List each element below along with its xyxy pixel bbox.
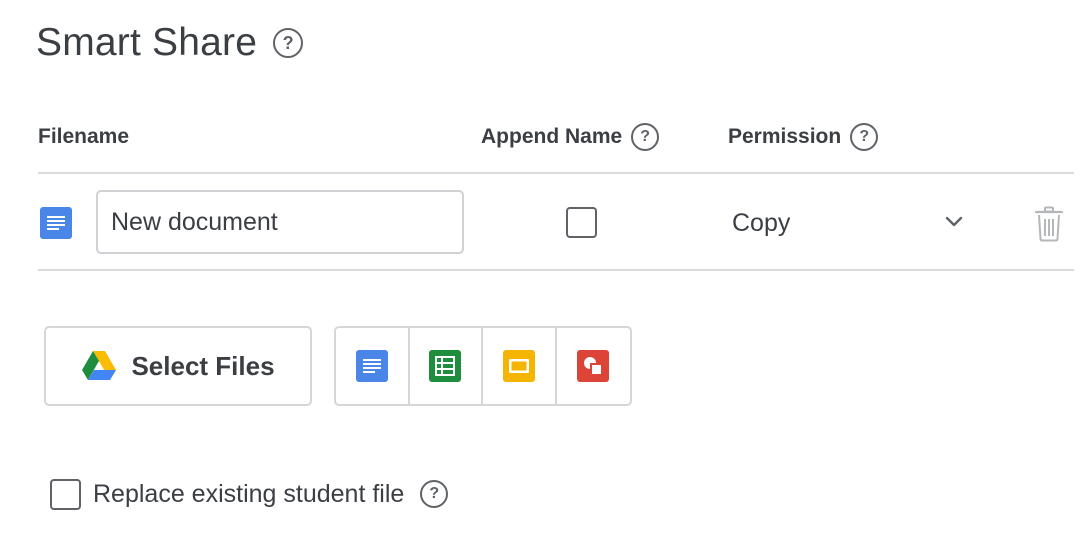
new-google-sheet-button[interactable] [410, 328, 483, 404]
title-help-icon[interactable]: ? [273, 28, 304, 58]
replace-existing-checkbox[interactable] [50, 478, 81, 510]
column-label-append-name: Append Name [481, 125, 623, 148]
column-header-append-name: Append Name ? [481, 120, 660, 154]
append-name-help-icon[interactable]: ? [631, 123, 660, 151]
table-divider-bottom [38, 269, 1074, 271]
chevron-down-icon[interactable] [944, 212, 964, 232]
select-files-label: Select Files [131, 350, 275, 381]
column-header-filename: Filename [38, 120, 129, 154]
column-label-filename: Filename [38, 125, 130, 148]
replace-existing-label[interactable]: Replace existing student file [93, 480, 404, 509]
append-name-checkbox[interactable] [566, 207, 597, 238]
permission-help-icon[interactable]: ? [850, 123, 879, 151]
google-docs-icon [355, 350, 388, 382]
new-google-drawing-button[interactable] [557, 328, 630, 404]
google-drawings-icon [577, 350, 610, 382]
page-title: Smart Share [36, 21, 258, 64]
select-files-button[interactable]: Select Files [44, 326, 312, 406]
google-slides-icon [502, 350, 535, 382]
header: Smart Share ? [36, 18, 304, 68]
permission-value: Copy [732, 208, 791, 237]
new-google-slides-button[interactable] [483, 328, 557, 404]
filename-input[interactable] [96, 190, 464, 254]
replace-existing-option: Replace existing student file ? [50, 474, 449, 514]
trash-icon[interactable] [1034, 206, 1064, 242]
google-docs-icon [40, 207, 72, 239]
permission-select[interactable]: Copy [728, 196, 974, 250]
google-drive-icon [82, 351, 117, 380]
table-divider-top [38, 172, 1074, 174]
column-header-permission: Permission ? [728, 120, 879, 154]
replace-existing-help-icon[interactable]: ? [420, 480, 449, 508]
new-google-doc-button[interactable] [336, 328, 410, 404]
column-label-permission: Permission [728, 125, 842, 148]
google-sheets-icon [429, 350, 462, 382]
new-file-type-group [334, 326, 632, 406]
